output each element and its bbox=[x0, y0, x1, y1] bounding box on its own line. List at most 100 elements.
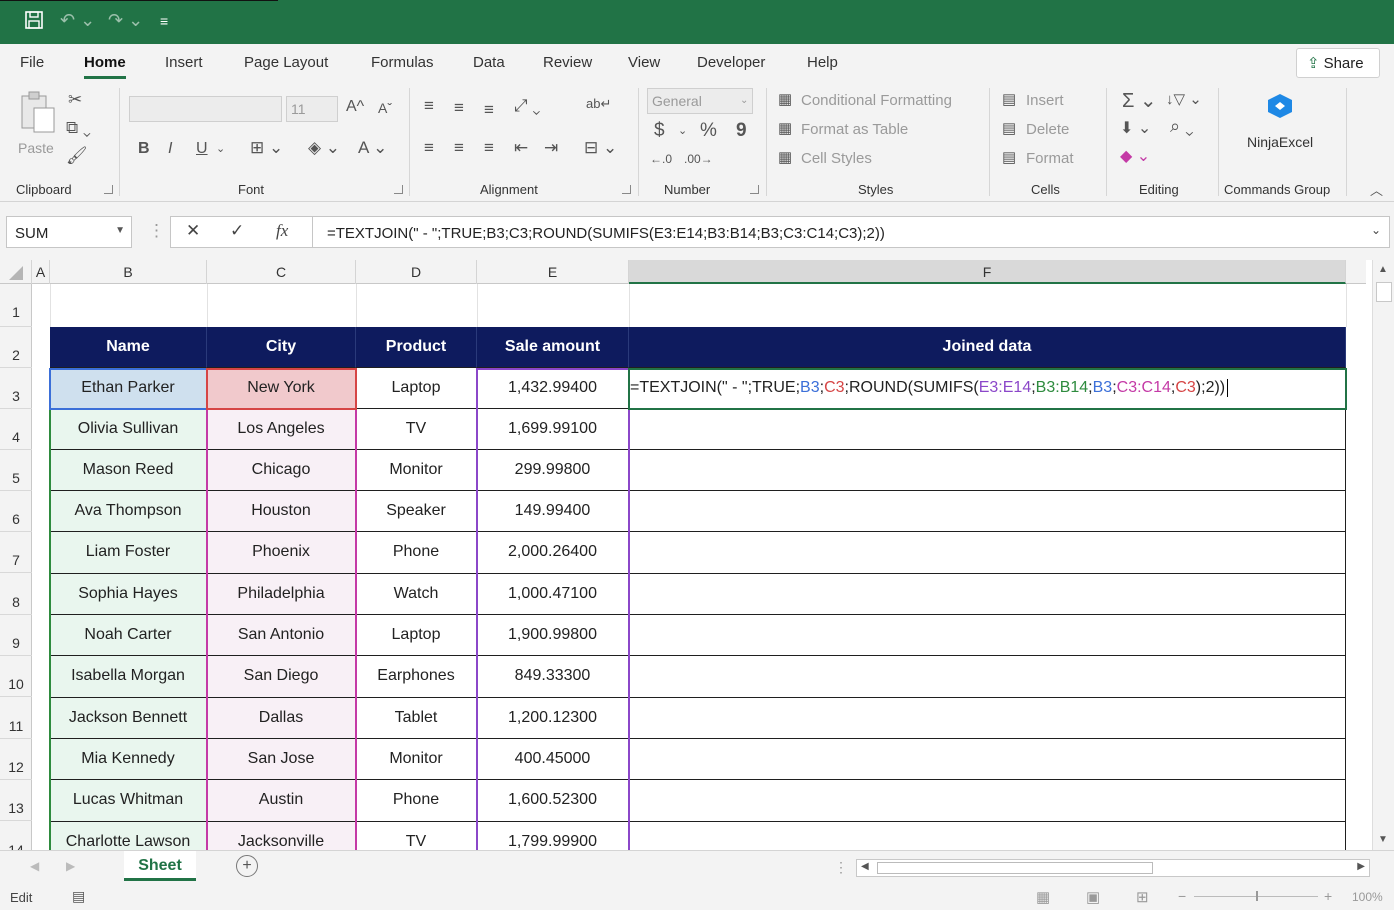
cut-icon[interactable]: ✂ bbox=[68, 90, 82, 110]
align-center-icon[interactable]: ≡ bbox=[454, 138, 464, 158]
borders-icon[interactable]: ⊞ ⌄ bbox=[250, 138, 283, 158]
row-header-7[interactable]: 7 bbox=[0, 532, 32, 573]
cell-d13[interactable]: Phone bbox=[356, 780, 477, 822]
cell-b5[interactable]: Mason Reed bbox=[50, 450, 207, 491]
prev-sheet-icon[interactable]: ◀ bbox=[30, 859, 39, 873]
cell-e3[interactable]: 1,432.99400 bbox=[477, 368, 629, 409]
row-header-2[interactable]: 2 bbox=[0, 327, 32, 368]
cell-d14[interactable]: TV bbox=[356, 822, 477, 850]
merge-center-icon[interactable]: ⊟ ⌄ bbox=[584, 138, 617, 158]
cell-b6[interactable]: Ava Thompson bbox=[50, 491, 207, 532]
clipboard-launcher-icon[interactable] bbox=[104, 185, 113, 194]
customize-icon[interactable]: ≡ bbox=[160, 13, 168, 29]
cell-e12[interactable]: 400.45000 bbox=[477, 739, 629, 780]
cell-e10[interactable]: 849.33300 bbox=[477, 656, 629, 698]
cell-b7[interactable]: Liam Foster bbox=[50, 532, 207, 574]
tab-review[interactable]: Review bbox=[543, 54, 592, 71]
normal-view-icon[interactable]: ▦ bbox=[1036, 888, 1050, 906]
share-button[interactable]: ⇪ Share bbox=[1296, 48, 1380, 78]
cell-e11[interactable]: 1,200.12300 bbox=[477, 698, 629, 739]
cell-d3[interactable]: Laptop bbox=[356, 368, 477, 409]
grow-font-icon[interactable]: A^ bbox=[346, 98, 364, 116]
enter-icon[interactable]: ✓ bbox=[230, 221, 244, 241]
cell-f11[interactable] bbox=[629, 698, 1346, 739]
cell-e6[interactable]: 149.99400 bbox=[477, 491, 629, 532]
cancel-icon[interactable]: ✕ bbox=[186, 221, 200, 241]
next-sheet-icon[interactable]: ▶ bbox=[66, 859, 75, 873]
shrink-font-icon[interactable]: Aˇ bbox=[378, 100, 392, 116]
cell-f5[interactable] bbox=[629, 450, 1346, 491]
column-header-b[interactable]: B bbox=[50, 260, 207, 284]
zoom-in-icon[interactable]: + bbox=[1324, 888, 1332, 904]
cell-d5[interactable]: Monitor bbox=[356, 450, 477, 491]
row-header-14[interactable]: 14 bbox=[0, 822, 32, 850]
font-name-dropdown[interactable] bbox=[129, 96, 282, 122]
delete-cells-button[interactable]: ▤ Delete bbox=[1002, 119, 1092, 141]
page-layout-view-icon[interactable]: ▣ bbox=[1086, 888, 1100, 906]
ninjaexcel-button[interactable]: NinjaExcel bbox=[1240, 92, 1324, 162]
cell-c5[interactable]: Chicago bbox=[207, 450, 356, 491]
row-header-12[interactable]: 12 bbox=[0, 739, 32, 780]
zoom-level[interactable]: 100% bbox=[1352, 890, 1383, 904]
cell-b10[interactable]: Isabella Morgan bbox=[50, 656, 207, 698]
cell-c10[interactable]: San Diego bbox=[207, 656, 356, 698]
tab-data[interactable]: Data bbox=[473, 54, 505, 71]
cell-d11[interactable]: Tablet bbox=[356, 698, 477, 739]
tab-file[interactable]: File bbox=[20, 54, 44, 71]
cell-e14[interactable]: 1,799.99900 bbox=[477, 822, 629, 850]
cell-b12[interactable]: Mia Kennedy bbox=[50, 739, 207, 780]
align-middle-icon[interactable]: ≡ bbox=[454, 98, 464, 118]
number-launcher-icon[interactable] bbox=[750, 185, 759, 194]
format-painter-icon[interactable]: 🖌 bbox=[66, 146, 88, 166]
header-cell-b2[interactable]: Name bbox=[50, 327, 207, 368]
fill-color-icon[interactable]: ◈ ⌄ bbox=[308, 138, 340, 158]
cell-e4[interactable]: 1,699.99100 bbox=[477, 409, 629, 450]
expand-formula-icon[interactable]: ⌄ bbox=[1371, 223, 1381, 237]
cell-c6[interactable]: Houston bbox=[207, 491, 356, 532]
insert-function-icon[interactable]: fx bbox=[276, 221, 288, 241]
column-header-d[interactable]: D bbox=[356, 260, 477, 284]
number-format-dropdown[interactable]: General ⌄ bbox=[647, 88, 753, 114]
column-header-a[interactable]: A bbox=[32, 260, 50, 284]
cell-c4[interactable]: Los Angeles bbox=[207, 409, 356, 450]
currency-button[interactable]: $ bbox=[654, 120, 665, 142]
comma-button[interactable]: 9 bbox=[736, 120, 747, 142]
align-bottom-icon[interactable]: ≡ bbox=[484, 100, 494, 120]
horizontal-scroll-thumb[interactable] bbox=[877, 862, 1153, 874]
increase-decimal-icon[interactable]: ←.0 bbox=[650, 152, 672, 166]
column-header-e[interactable]: E bbox=[477, 260, 629, 284]
cell-f6[interactable] bbox=[629, 491, 1346, 532]
row-header-5[interactable]: 5 bbox=[0, 450, 32, 491]
chevron-down-icon[interactable]: ⌄ bbox=[216, 142, 225, 155]
cell-b3[interactable]: Ethan Parker bbox=[50, 368, 207, 409]
align-right-icon[interactable]: ≡ bbox=[484, 138, 494, 158]
cell-d10[interactable]: Earphones bbox=[356, 656, 477, 698]
scroll-left-icon[interactable]: ◀ bbox=[861, 861, 869, 872]
cell-d4[interactable]: TV bbox=[356, 409, 477, 450]
zoom-out-icon[interactable]: − bbox=[1178, 888, 1186, 904]
alignment-launcher-icon[interactable] bbox=[622, 185, 631, 194]
decrease-decimal-icon[interactable]: .00→ bbox=[684, 152, 713, 166]
font-color-icon[interactable]: A ⌄ bbox=[358, 138, 387, 158]
collapse-ribbon-icon[interactable]: ︿ bbox=[1370, 180, 1383, 199]
cell-c8[interactable]: Philadelphia bbox=[207, 574, 356, 615]
column-header-c[interactable]: C bbox=[207, 260, 356, 284]
autosum-icon[interactable]: Σ ⌄ bbox=[1122, 88, 1157, 113]
cell-b8[interactable]: Sophia Hayes bbox=[50, 574, 207, 615]
cell-c9[interactable]: San Antonio bbox=[207, 615, 356, 656]
scroll-right-icon[interactable]: ▶ bbox=[1357, 861, 1365, 872]
cell-d7[interactable]: Phone bbox=[356, 532, 477, 574]
sort-filter-icon[interactable]: ↓▽ ⌄ bbox=[1166, 90, 1202, 108]
wrap-text-icon[interactable]: ab↵ bbox=[586, 96, 611, 112]
name-box[interactable]: SUM ▼ bbox=[6, 216, 132, 248]
find-select-icon[interactable]: ⌕ ⌄ bbox=[1170, 116, 1194, 137]
cell-e8[interactable]: 1,000.47100 bbox=[477, 574, 629, 615]
cell-f8[interactable] bbox=[629, 574, 1346, 615]
formula-input[interactable]: =TEXTJOIN(" - ";TRUE;B3;C3;ROUND(SUMIFS(… bbox=[312, 216, 1390, 248]
tab-formulas[interactable]: Formulas bbox=[371, 54, 434, 71]
tab-developer[interactable]: Developer bbox=[697, 54, 765, 71]
row-header-4[interactable]: 4 bbox=[0, 409, 32, 450]
header-cell-f2[interactable]: Joined data bbox=[629, 327, 1346, 368]
horizontal-scrollbar[interactable]: ◀ ▶ bbox=[856, 859, 1370, 877]
splitter-handle-icon[interactable]: ⋮ bbox=[834, 859, 848, 876]
